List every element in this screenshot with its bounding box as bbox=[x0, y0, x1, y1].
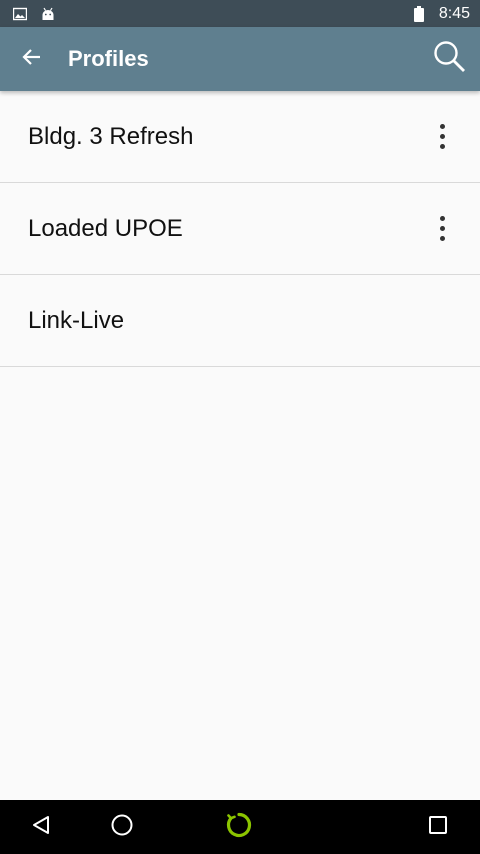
navigation-bar bbox=[0, 800, 480, 854]
nav-home-button[interactable] bbox=[92, 800, 152, 854]
search-icon bbox=[433, 40, 467, 79]
home-icon bbox=[110, 813, 134, 842]
more-vert-icon bbox=[439, 124, 445, 129]
arrow-back-icon bbox=[22, 47, 42, 72]
more-vert-icon-dot bbox=[439, 144, 445, 149]
back-icon bbox=[30, 814, 52, 841]
overflow-menu-button[interactable] bbox=[420, 199, 464, 259]
page-title: Profiles bbox=[68, 46, 149, 71]
nav-assistant-button[interactable] bbox=[209, 800, 269, 854]
profile-label: Link-Live bbox=[28, 306, 125, 334]
profile-label: Loaded UPOE bbox=[28, 214, 183, 242]
profile-label: Bldg. 3 Refresh bbox=[28, 122, 194, 150]
android-icon bbox=[40, 6, 56, 22]
battery-icon bbox=[411, 5, 427, 22]
app-bar: Profiles bbox=[0, 27, 480, 91]
nav-recents-button[interactable] bbox=[408, 800, 468, 854]
screen: 8:45 Profiles Bldg. 3 Refresh Loaded UPO… bbox=[0, 0, 480, 854]
status-time: 8:45 bbox=[438, 4, 470, 22]
overflow-menu-button[interactable] bbox=[420, 107, 464, 167]
recents-icon bbox=[428, 815, 448, 840]
list-item[interactable]: Bldg. 3 Refresh bbox=[0, 91, 480, 183]
nav-back-button[interactable] bbox=[11, 800, 71, 854]
image-icon bbox=[12, 6, 28, 22]
assistant-ring-icon bbox=[225, 811, 253, 844]
back-button[interactable] bbox=[0, 27, 64, 91]
profile-list: Bldg. 3 Refresh Loaded UPOE Link-Live bbox=[0, 91, 480, 367]
more-vert-icon bbox=[439, 216, 445, 221]
more-vert-icon-dot bbox=[439, 226, 445, 231]
search-button[interactable] bbox=[420, 27, 480, 91]
more-vert-icon-dot bbox=[439, 134, 445, 139]
more-vert-icon-dot bbox=[439, 236, 445, 241]
list-item[interactable]: Link-Live bbox=[0, 275, 480, 367]
list-item[interactable]: Loaded UPOE bbox=[0, 183, 480, 275]
status-bar: 8:45 bbox=[0, 0, 480, 27]
